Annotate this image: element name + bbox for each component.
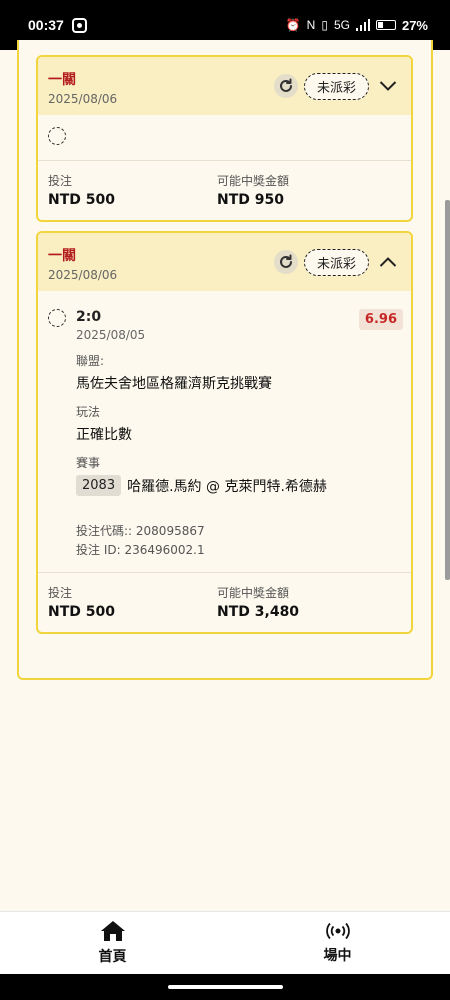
payout-label: 可能中獎金額: [217, 174, 290, 188]
bet-card: 一關 2025/08/06 未派彩 6.96 2:0 2025/08/05 聯盟…: [36, 231, 413, 634]
bet-card-footer: 投注 NTD 500 可能中獎金額 NTD 950: [38, 160, 411, 220]
selection-status-icon: [48, 309, 66, 327]
bet-id: 投注 ID: 236496002.1: [76, 543, 205, 557]
league-label: 聯盟:: [76, 354, 105, 368]
alarm-icon: ⏰: [285, 18, 301, 32]
payout-label: 可能中獎金額: [217, 586, 290, 600]
scrollbar[interactable]: [445, 200, 450, 580]
payout-status-badge: 未派彩: [303, 72, 369, 100]
expand-button[interactable]: [375, 73, 401, 99]
stake-value: NTD 500: [48, 192, 115, 208]
bet-card-header[interactable]: 一關 2025/08/06 未派彩: [38, 233, 411, 291]
collapse-button[interactable]: [375, 249, 401, 275]
battery-percent: 27%: [401, 17, 428, 33]
live-broadcast-icon: [325, 922, 350, 940]
payout-status-badge: 未派彩: [303, 248, 369, 276]
nav-item-live[interactable]: 場中: [225, 912, 450, 974]
chevron-up-icon: [379, 257, 397, 267]
signal-icon: [355, 19, 370, 31]
bottom-nav: 首頁 場中: [0, 911, 450, 974]
selection-area: [38, 115, 411, 157]
notification-app-icon: [71, 17, 87, 33]
market-value: 正確比數: [76, 427, 132, 443]
nav-label-live: 場中: [323, 948, 352, 964]
bet-card-header[interactable]: 一關 2025/08/06 未派彩: [38, 57, 411, 115]
refresh-button[interactable]: [273, 74, 298, 98]
stake-label: 投注: [48, 174, 73, 188]
refresh-button[interactable]: [273, 250, 298, 274]
league-value: 馬佐夫舍地區格羅濟斯克挑戰賽: [76, 376, 272, 392]
nfc-icon: N: [306, 18, 316, 32]
event-code-badge: 2083: [76, 475, 122, 496]
selection-score: 2:0: [76, 309, 102, 325]
network-5g-icon: 5G: [333, 18, 350, 32]
home-icon: [100, 921, 125, 941]
match-date: 2025/08/05: [76, 328, 146, 342]
bet-date: 2025/08/06: [48, 267, 118, 282]
ticket-code: 投注代碼:: 208095867: [76, 524, 205, 538]
bet-type: 一關: [48, 71, 76, 88]
event-name: 哈羅德.馬約 @ 克萊門特.希德赫: [127, 478, 327, 495]
stake-label: 投注: [48, 586, 73, 600]
stake-value: NTD 500: [48, 604, 115, 620]
bet-date: 2025/08/06: [48, 91, 118, 106]
status-left: 00:37: [28, 17, 87, 33]
market-label: 玩法: [76, 405, 101, 419]
odds-badge: 6.96: [358, 309, 403, 330]
payout-value: NTD 950: [217, 192, 284, 208]
refresh-icon: [280, 254, 292, 268]
selection-detail: 6.96 2:0 2025/08/05 聯盟: 馬佐夫舍地區格羅濟斯克挑戰賽 玩…: [48, 309, 403, 560]
home-gesture-handle[interactable]: [168, 985, 283, 989]
nav-label-home: 首頁: [98, 949, 127, 965]
payout-value: NTD 3,480: [217, 604, 300, 620]
status-right: ⏰ N ▯ 5G 27%: [286, 18, 428, 33]
chevron-down-icon: [379, 81, 397, 91]
event-label: 賽事: [76, 456, 101, 470]
refresh-icon: [280, 78, 292, 92]
battery-icon: [375, 20, 396, 30]
selection-status-icon: [48, 127, 66, 145]
nav-item-home[interactable]: 首頁: [0, 912, 225, 974]
bet-card-footer: 投注 NTD 500 可能中獎金額 NTD 3,480: [38, 572, 411, 632]
bet-meta: 投注代碼:: 208095867 投注 ID: 236496002.1: [76, 522, 403, 560]
gesture-bar: [0, 974, 450, 1000]
bet-type: 一關: [48, 247, 76, 264]
vibrate-icon: ▯: [321, 18, 328, 32]
bet-card: 一關 2025/08/06 未派彩 投注 NTD 500 可能中獎金額 NTD …: [36, 55, 413, 222]
status-time: 00:37: [28, 17, 64, 33]
